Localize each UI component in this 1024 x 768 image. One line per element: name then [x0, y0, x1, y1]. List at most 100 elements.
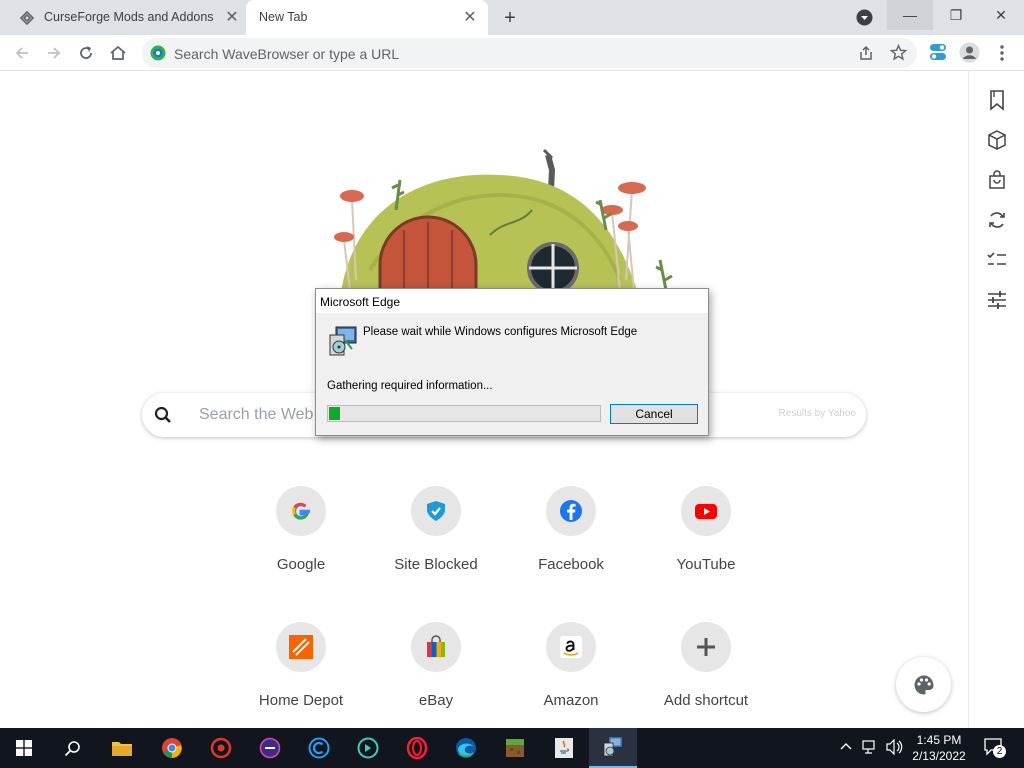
start-button[interactable] [0, 728, 48, 768]
new-tab-button[interactable]: + [500, 7, 520, 29]
taskbar-minecraft[interactable] [491, 728, 539, 768]
windows-installer-icon [329, 326, 357, 356]
amazon-icon [560, 636, 582, 658]
blue-c-icon [308, 737, 330, 759]
shortcut-tile [276, 622, 326, 672]
show-hidden-icons-chevron[interactable] [840, 741, 852, 753]
minimize-button[interactable]: — [887, 0, 933, 30]
shortcut-tile [411, 622, 461, 672]
curseforge-icon [19, 10, 35, 26]
shortcut-label: Home Depot [258, 692, 344, 709]
tab-search-icon[interactable] [856, 9, 873, 26]
shortcut-tile [546, 622, 596, 672]
windows-installer-icon [603, 737, 622, 757]
back-arrow-icon [15, 47, 28, 59]
search-icon [154, 406, 171, 423]
dialog-message: Please wait while Windows configures Mic… [363, 326, 638, 338]
action-center-button[interactable]: 2 [983, 736, 1007, 760]
omnibox[interactable]: Search WaveBrowser or type a URL [142, 38, 917, 68]
tab-curseforge[interactable]: CurseForge Mods and Addons - ✕ [8, 0, 246, 35]
shortcut-ebay[interactable]: eBay [381, 622, 491, 742]
shield-icon [427, 501, 445, 521]
sync-icon[interactable] [986, 209, 1008, 231]
shortcut-google[interactable]: Google [246, 486, 356, 606]
cancel-button[interactable]: Cancel [610, 404, 698, 424]
taskbar-app-blue-c[interactable] [295, 728, 343, 768]
cube-icon[interactable] [986, 129, 1008, 151]
grass-block-icon [506, 739, 524, 757]
shortcut-label: YouTube [676, 556, 736, 573]
bookmarks-icon[interactable] [986, 89, 1008, 111]
shortcut-amazon[interactable]: Amazon [516, 622, 626, 742]
shortcut-site-blocked[interactable]: Site Blocked [381, 486, 491, 606]
shopping-bag-icon[interactable] [986, 169, 1008, 191]
notification-badge: 2 [993, 745, 1006, 758]
taskbar-app-purple[interactable] [246, 728, 294, 768]
network-icon[interactable] [862, 740, 878, 754]
profile-avatar-icon[interactable] [959, 42, 980, 63]
purple-circle-icon [259, 737, 281, 759]
menu-kebab-icon[interactable] [999, 44, 1005, 62]
wavebrowser-icon [150, 45, 166, 61]
tab-strip: CurseForge Mods and Addons - ✕ New Tab ✕… [0, 0, 1024, 35]
back-button[interactable] [10, 41, 34, 65]
checklist-icon[interactable] [986, 249, 1008, 271]
taskbar-edge[interactable] [442, 728, 490, 768]
restore-button[interactable]: ❐ [933, 0, 979, 30]
taskbar-app-teal[interactable] [344, 728, 392, 768]
close-window-button[interactable]: ✕ [978, 0, 1024, 30]
youtube-icon [695, 504, 717, 519]
taskbar-app-red[interactable] [197, 728, 245, 768]
shortcut-youtube[interactable]: YouTube [651, 486, 761, 606]
bookmark-star-icon[interactable] [890, 44, 907, 61]
shortcut-add[interactable]: Add shortcut [651, 622, 761, 742]
tab-new-tab[interactable]: New Tab ✕ [246, 0, 488, 35]
taskbar-installer[interactable] [589, 728, 637, 768]
side-panel [968, 71, 1024, 728]
dialog-status-text: Gathering required information... [327, 380, 493, 392]
search-icon [64, 740, 80, 756]
tab-title: CurseForge Mods and Addons - [44, 10, 214, 24]
ebay-icon [427, 635, 445, 657]
home-button[interactable] [106, 41, 130, 65]
taskbar-search-button[interactable] [48, 728, 96, 768]
browser-toolbar: Search WaveBrowser or type a URL [0, 35, 1024, 71]
facebook-icon [560, 500, 582, 522]
taskbar-file-explorer[interactable] [98, 728, 146, 768]
taskbar-opera[interactable] [393, 728, 441, 768]
plus-icon [697, 638, 715, 656]
progress-bar-fill [329, 407, 340, 420]
opera-icon [406, 737, 428, 759]
windows-logo-icon [16, 740, 32, 756]
omnibox-placeholder: Search WaveBrowser or type a URL [174, 46, 400, 62]
folder-icon [112, 742, 132, 756]
close-tab-icon[interactable]: ✕ [461, 8, 479, 26]
clock-time: 1:45 PM [916, 733, 962, 747]
teal-circle-icon [357, 737, 379, 759]
reload-button[interactable] [74, 41, 98, 65]
shortcut-label: Google [276, 556, 326, 573]
dialog-titlebar[interactable]: Microsoft Edge [316, 289, 708, 313]
progress-bar [327, 405, 601, 422]
taskbar-chrome[interactable] [148, 728, 196, 768]
forward-arrow-icon [48, 47, 61, 59]
shortcut-home-depot[interactable]: Home Depot [246, 622, 356, 742]
customize-theme-button[interactable] [896, 657, 951, 712]
shortcut-label: Facebook [538, 556, 604, 573]
chrome-icon [162, 738, 182, 758]
taskbar-java[interactable] [540, 728, 588, 768]
close-tab-icon[interactable]: ✕ [223, 8, 241, 26]
forward-button[interactable] [42, 41, 66, 65]
shortcut-tile [411, 486, 461, 536]
installer-dialog: Microsoft Edge Please wait while Windows… [315, 288, 709, 436]
shortcut-tile [681, 622, 731, 672]
palette-icon [914, 675, 933, 694]
sliders-icon[interactable] [986, 289, 1008, 311]
share-icon[interactable] [858, 45, 874, 61]
shortcut-facebook[interactable]: Facebook [516, 486, 626, 606]
system-clock[interactable]: 1:45 PM 2/13/2022 [900, 732, 978, 764]
shortcut-label: eBay [418, 692, 454, 709]
tab-title: New Tab [259, 10, 308, 24]
extensions-toggle-icon[interactable] [929, 43, 947, 61]
home-depot-icon [289, 635, 313, 659]
